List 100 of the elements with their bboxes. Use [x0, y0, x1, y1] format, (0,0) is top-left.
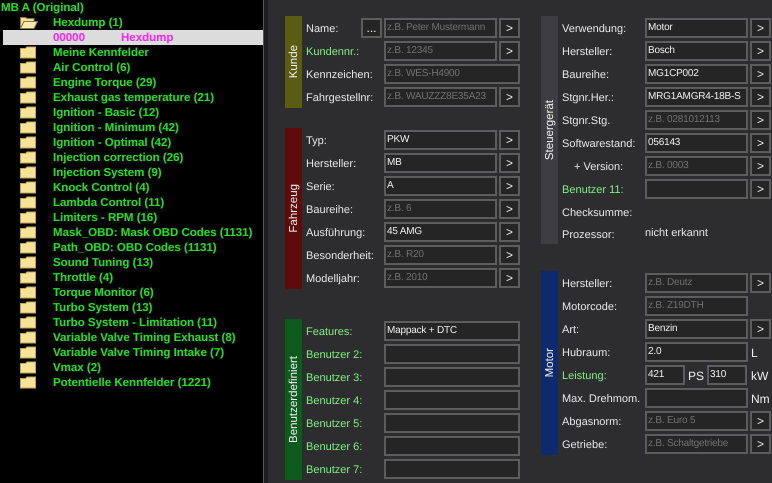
field-label: Benutzer 6:: [306, 440, 364, 453]
folder-item[interactable]: Knock Control (4): [53, 182, 150, 194]
folder-item[interactable]: Path_OBD: OBD Codes (1131): [53, 242, 217, 254]
input-field[interactable]: A: [384, 176, 497, 196]
input-field[interactable]: Mappack + DTC: [384, 320, 520, 340]
folder-item[interactable]: Injection correction (26): [53, 152, 184, 164]
folder-item[interactable]: Variable Valve Timing Intake (7): [53, 346, 224, 358]
select-button[interactable]: >: [750, 40, 771, 60]
input-field[interactable]: z.B. WAUZZZ8E35A23: [384, 86, 497, 106]
input-field[interactable]: z.B. Schaltgetriebe: [645, 434, 748, 454]
folder-icon: [20, 121, 36, 134]
field-label: Hersteller:: [562, 277, 614, 290]
folder-item[interactable]: Potentielle Kennfelder (1221): [53, 376, 211, 388]
folder-item[interactable]: Limiters - RPM (16): [53, 212, 158, 224]
folder-item[interactable]: Vmax (2): [53, 362, 101, 374]
input-field[interactable]: MG1CP002: [645, 64, 748, 84]
field-label: Fahrgestellnr:: [306, 91, 374, 104]
select-button[interactable]: >: [750, 434, 771, 454]
folder-item[interactable]: Air Control (6): [53, 62, 130, 74]
input-field[interactable]: [384, 344, 520, 364]
input-field[interactable]: Motor: [645, 18, 748, 38]
select-button[interactable]: >: [750, 178, 771, 198]
select-button[interactable]: >: [750, 86, 771, 106]
input-field[interactable]: z.B. 6: [384, 198, 497, 218]
select-button[interactable]: >: [750, 18, 771, 38]
folder-item[interactable]: Variable Valve Timing Exhaust (8): [53, 332, 236, 344]
folder-item[interactable]: Torque Monitor (6): [53, 286, 154, 298]
input-field[interactable]: [645, 388, 748, 408]
select-button[interactable]: >: [499, 222, 520, 242]
input-field[interactable]: MRG1AMGR4-18B-S: [645, 86, 748, 106]
folder-icon: [20, 226, 36, 239]
folder-item[interactable]: Lambda Control (11): [53, 196, 164, 208]
input-field[interactable]: z.B. Deutz: [645, 272, 748, 292]
unit-label: kW: [750, 368, 770, 382]
unit-label: PS: [688, 368, 704, 382]
select-button[interactable]: >: [750, 110, 771, 130]
folder-item[interactable]: Turbo System - Limitation (11): [53, 316, 217, 328]
input-field[interactable]: Bosch: [645, 40, 748, 60]
select-button[interactable]: >: [499, 18, 520, 38]
input-field[interactable]: z.B. Euro 5: [645, 410, 748, 430]
folder-item[interactable]: Ignition - Optimal (42): [53, 136, 172, 148]
value-text: nicht erkannt: [645, 227, 709, 239]
input-field[interactable]: z.B. R20: [384, 244, 497, 264]
select-button[interactable]: >: [750, 156, 771, 176]
input-field[interactable]: PKW: [384, 130, 497, 150]
folder-item[interactable]: Throttle (4): [53, 272, 114, 284]
group-band: Kunde: [285, 16, 302, 108]
field-label: Besonderheit:: [306, 249, 375, 262]
field-label: Motorcode:: [562, 300, 618, 313]
input-field[interactable]: 056143: [645, 132, 748, 152]
folder-item[interactable]: Engine Torque (29): [53, 76, 156, 88]
folder-item[interactable]: Ignition - Minimum (42): [53, 122, 179, 134]
select-button[interactable]: >: [750, 132, 771, 152]
folder-item[interactable]: Meine Kennfelder: [53, 46, 149, 58]
input-field[interactable]: [384, 458, 520, 478]
input-field[interactable]: [384, 436, 520, 456]
field-label: + Version:: [573, 160, 624, 173]
input-field[interactable]: z.B. Peter Mustermann: [384, 18, 497, 38]
select-button[interactable]: >: [499, 268, 520, 288]
input-field[interactable]: [645, 178, 748, 198]
input-field[interactable]: z.B. 0281012113: [645, 110, 748, 130]
select-button[interactable]: >: [750, 64, 771, 84]
input-field[interactable]: z.B. Z19DTH: [645, 296, 748, 316]
input-field[interactable]: z.B. 12345: [384, 40, 497, 60]
select-button[interactable]: >: [750, 318, 771, 338]
folder-item[interactable]: Turbo System (13): [53, 302, 152, 314]
folder-item[interactable]: Exhaust gas temperature (21): [53, 92, 214, 104]
folder-icon: [20, 316, 36, 329]
input-field[interactable]: [384, 366, 520, 386]
tree-root[interactable]: MB A (Original): [1, 2, 84, 14]
field-label: Features:: [306, 325, 354, 338]
input-field[interactable]: [384, 390, 520, 410]
folder-icon: [20, 151, 36, 164]
select-button[interactable]: >: [750, 272, 771, 292]
input-field[interactable]: MB: [384, 152, 497, 172]
folder-item[interactable]: Mask_OBD: Mask OBD Codes (1131): [53, 226, 252, 238]
input-field[interactable]: Benzin: [645, 318, 748, 338]
folder-item[interactable]: Ignition - Basic (12): [53, 106, 160, 118]
folder-item[interactable]: Hexdump (1): [53, 16, 123, 28]
input-field[interactable]: 45 AMG: [384, 222, 497, 242]
input-field[interactable]: z.B. WES-H4900: [384, 64, 520, 84]
input-field[interactable]: z.B. 0003: [645, 156, 748, 176]
select-button[interactable]: >: [750, 410, 771, 430]
field-label: Verwendung:: [562, 22, 628, 35]
more-button[interactable]: ...: [361, 18, 382, 38]
input-field[interactable]: 2.0: [645, 342, 748, 362]
select-button[interactable]: >: [499, 198, 520, 218]
folder-item[interactable]: Sound Tuning (13): [53, 256, 154, 268]
select-button[interactable]: >: [499, 130, 520, 150]
select-button[interactable]: >: [499, 176, 520, 196]
field-label: Checksumme:: [562, 206, 634, 218]
input-field[interactable]: 310: [707, 364, 748, 384]
input-field[interactable]: z.B. 2010: [384, 268, 497, 288]
input-field[interactable]: [384, 412, 520, 432]
select-button[interactable]: >: [499, 152, 520, 172]
select-button[interactable]: >: [499, 86, 520, 106]
folder-item[interactable]: Injection System (9): [53, 166, 162, 178]
select-button[interactable]: >: [499, 244, 520, 264]
input-field[interactable]: 421: [645, 364, 685, 384]
select-button[interactable]: >: [499, 40, 520, 60]
